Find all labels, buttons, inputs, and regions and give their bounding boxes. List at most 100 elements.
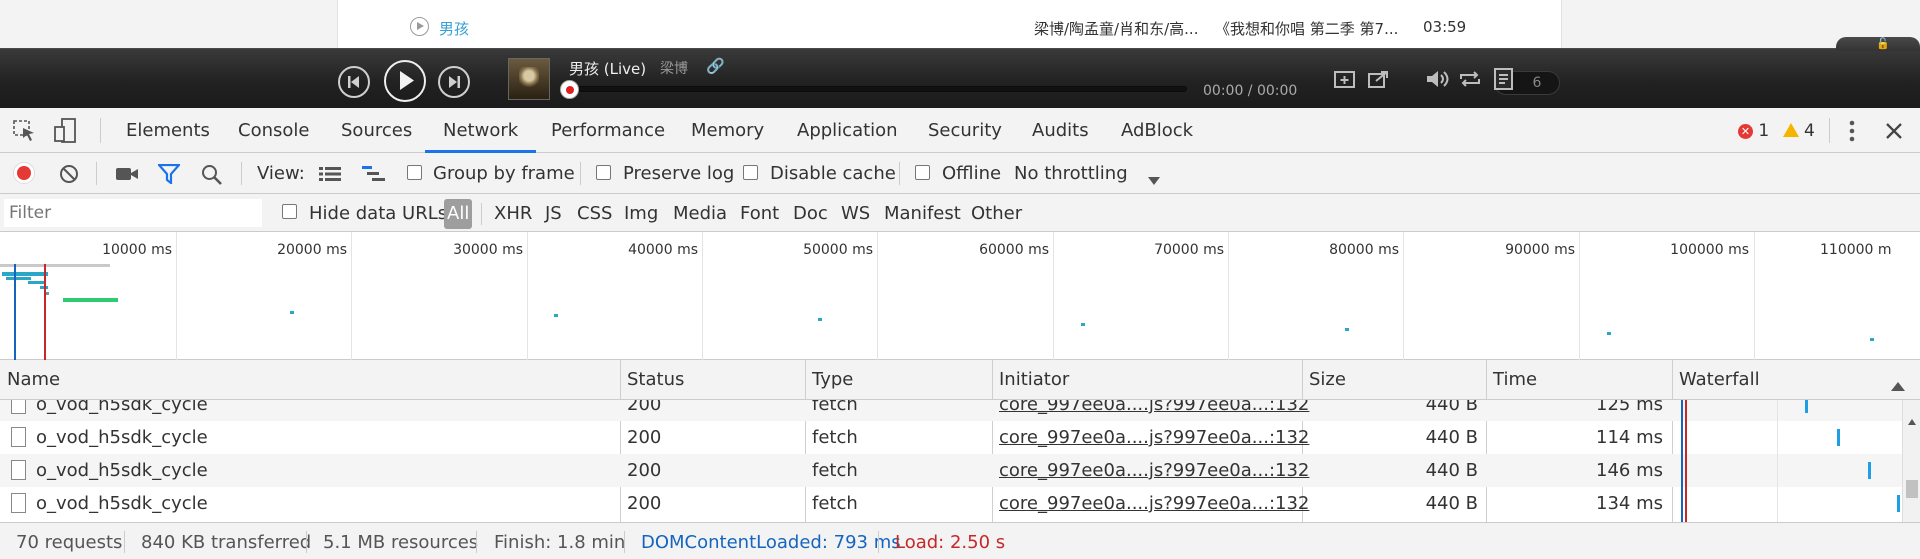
playlist-icon[interactable] [1493, 67, 1515, 94]
share-icon[interactable] [1368, 69, 1390, 92]
filter-type-other[interactable]: Other [971, 203, 1022, 224]
progress-knob[interactable] [560, 80, 579, 99]
filter-input[interactable] [4, 199, 262, 227]
large-rows-icon[interactable] [319, 166, 341, 186]
request-initiator-link[interactable]: core_997ee0a....js?997ee0a...:132 [999, 487, 1309, 520]
overview-request-bar [63, 298, 118, 302]
tab-sources[interactable]: Sources [341, 108, 412, 153]
overview-tick: 80000 ms [1329, 242, 1399, 258]
load-marker [44, 264, 46, 360]
filter-type-manifest[interactable]: Manifest [884, 203, 961, 224]
preserve-log-label: Preserve log [623, 163, 735, 184]
next-track-button[interactable] [438, 66, 470, 98]
tab-memory[interactable]: Memory [691, 108, 764, 153]
request-size: 440 B [1425, 493, 1478, 514]
column-header-waterfall[interactable]: Waterfall [1672, 360, 1760, 400]
track-title[interactable]: 男孩 (Live) [569, 58, 646, 79]
waterfall-overview-icon[interactable] [362, 165, 386, 187]
inspect-element-icon[interactable] [13, 120, 37, 146]
repeat-icon[interactable] [1458, 69, 1482, 92]
add-folder-icon[interactable] [1334, 69, 1356, 92]
preserve-log-checkbox[interactable] [596, 165, 611, 180]
filter-type-font[interactable]: Font [740, 203, 779, 224]
document-icon [11, 400, 26, 414]
request-initiator-link[interactable]: core_997ee0a....js?997ee0a...:132 [999, 421, 1309, 454]
record-button[interactable] [13, 162, 35, 184]
kebab-menu-icon[interactable] [1846, 119, 1858, 147]
column-header-status[interactable]: Status [620, 360, 684, 400]
device-toolbar-icon[interactable] [54, 118, 78, 148]
column-header-type[interactable]: Type [805, 360, 853, 400]
table-row[interactable]: o_vod_h5sdk_cycle 200 fetch core_997ee0a… [0, 454, 1902, 487]
column-header-name[interactable]: Name [0, 360, 60, 400]
tab-security[interactable]: Security [928, 108, 1002, 153]
tab-performance[interactable]: Performance [551, 108, 665, 153]
hide-data-urls-checkbox[interactable] [282, 204, 297, 219]
tab-audits[interactable]: Audits [1032, 108, 1089, 153]
tab-network[interactable]: Network [425, 108, 537, 153]
overview-tick: 110000 m [1820, 242, 1892, 258]
track-artist[interactable]: 梁博 [660, 58, 688, 78]
song-artist[interactable]: 梁博/陶孟童/肖和东/高... [1034, 18, 1198, 39]
progress-track[interactable] [564, 86, 1187, 92]
scroll-up-icon[interactable] [1908, 410, 1916, 429]
link-icon[interactable]: 🔗 [706, 57, 725, 75]
network-toolbar: View: Group by frame Preserve log Disabl… [0, 153, 1920, 194]
player-lock-tab[interactable]: 🔓 [1836, 37, 1920, 51]
song-row[interactable]: 男孩 梁博/陶孟童/肖和东/高... 《我想和你唱 第二季 第7... 03:5… [338, 0, 1561, 48]
resources-size: 5.1 MB resources [323, 532, 479, 553]
column-header-time[interactable]: Time [1486, 360, 1537, 400]
issues-counter[interactable]: ✕ 1 4 [1738, 121, 1815, 141]
request-status: 200 [627, 400, 662, 415]
request-time: 146 ms [1596, 460, 1663, 481]
song-album[interactable]: 《我想和你唱 第二季 第7... [1215, 18, 1398, 39]
clear-icon[interactable] [59, 164, 79, 188]
filter-type-css[interactable]: CSS [577, 203, 612, 224]
sort-ascending-icon[interactable] [1891, 376, 1905, 395]
tab-adblock[interactable]: AdBlock [1121, 108, 1193, 153]
column-header-initiator[interactable]: Initiator [992, 360, 1069, 400]
filter-type-js[interactable]: JS [545, 203, 562, 224]
previous-track-button[interactable] [338, 66, 370, 98]
overview-request-dot [554, 314, 558, 317]
filter-type-all[interactable]: All [444, 199, 473, 229]
column-header-size[interactable]: Size [1302, 360, 1346, 400]
album-cover[interactable] [508, 58, 550, 100]
overview-request-dot [818, 318, 822, 321]
song-title-link[interactable]: 男孩 [439, 18, 469, 39]
overview-tick: 20000 ms [277, 242, 347, 258]
tab-application[interactable]: Application [797, 108, 898, 153]
network-overview[interactable]: 10000 ms 20000 ms 30000 ms 40000 ms 5000… [0, 232, 1920, 360]
filter-icon[interactable] [156, 163, 182, 188]
offline-checkbox[interactable] [915, 165, 930, 180]
search-icon[interactable] [201, 164, 223, 190]
capture-screenshots-icon[interactable] [115, 166, 139, 186]
overview-tick: 50000 ms [803, 242, 873, 258]
volume-icon[interactable] [1425, 69, 1449, 92]
filter-type-img[interactable]: Img [624, 203, 658, 224]
overview-tick: 90000 ms [1505, 242, 1575, 258]
play-circle-icon[interactable] [410, 17, 429, 36]
filter-type-xhr[interactable]: XHR [494, 203, 532, 224]
tab-elements[interactable]: Elements [126, 108, 210, 153]
chevron-down-icon[interactable] [1148, 170, 1160, 189]
group-by-frame-checkbox[interactable] [407, 165, 422, 180]
tab-console[interactable]: Console [238, 108, 309, 153]
filter-type-doc[interactable]: Doc [793, 203, 828, 224]
disable-cache-checkbox[interactable] [743, 165, 758, 180]
close-icon[interactable] [1884, 121, 1904, 145]
scrollbar-thumb[interactable] [1906, 480, 1918, 498]
request-initiator-link[interactable]: core_997ee0a....js?997ee0a...:132 [999, 454, 1309, 487]
table-scrollbar[interactable] [1902, 400, 1920, 522]
table-row[interactable]: o_vod_h5sdk_cycle 200 fetch core_997ee0a… [0, 487, 1902, 520]
play-button[interactable] [384, 60, 426, 102]
throttling-select[interactable]: No throttling [1014, 163, 1128, 184]
overview-gridline [877, 232, 878, 360]
requests-table-body: o_vod_h5sdk_cycle 200 fetch core_997ee0a… [0, 400, 1902, 522]
request-time: 114 ms [1596, 427, 1663, 448]
request-initiator-link[interactable]: core_997ee0a....js?997ee0a...:132 [999, 400, 1309, 421]
table-row[interactable]: o_vod_h5sdk_cycle 200 fetch core_997ee0a… [0, 400, 1902, 421]
table-row[interactable]: o_vod_h5sdk_cycle 200 fetch core_997ee0a… [0, 421, 1902, 454]
filter-type-ws[interactable]: WS [841, 203, 870, 224]
filter-type-media[interactable]: Media [673, 203, 727, 224]
